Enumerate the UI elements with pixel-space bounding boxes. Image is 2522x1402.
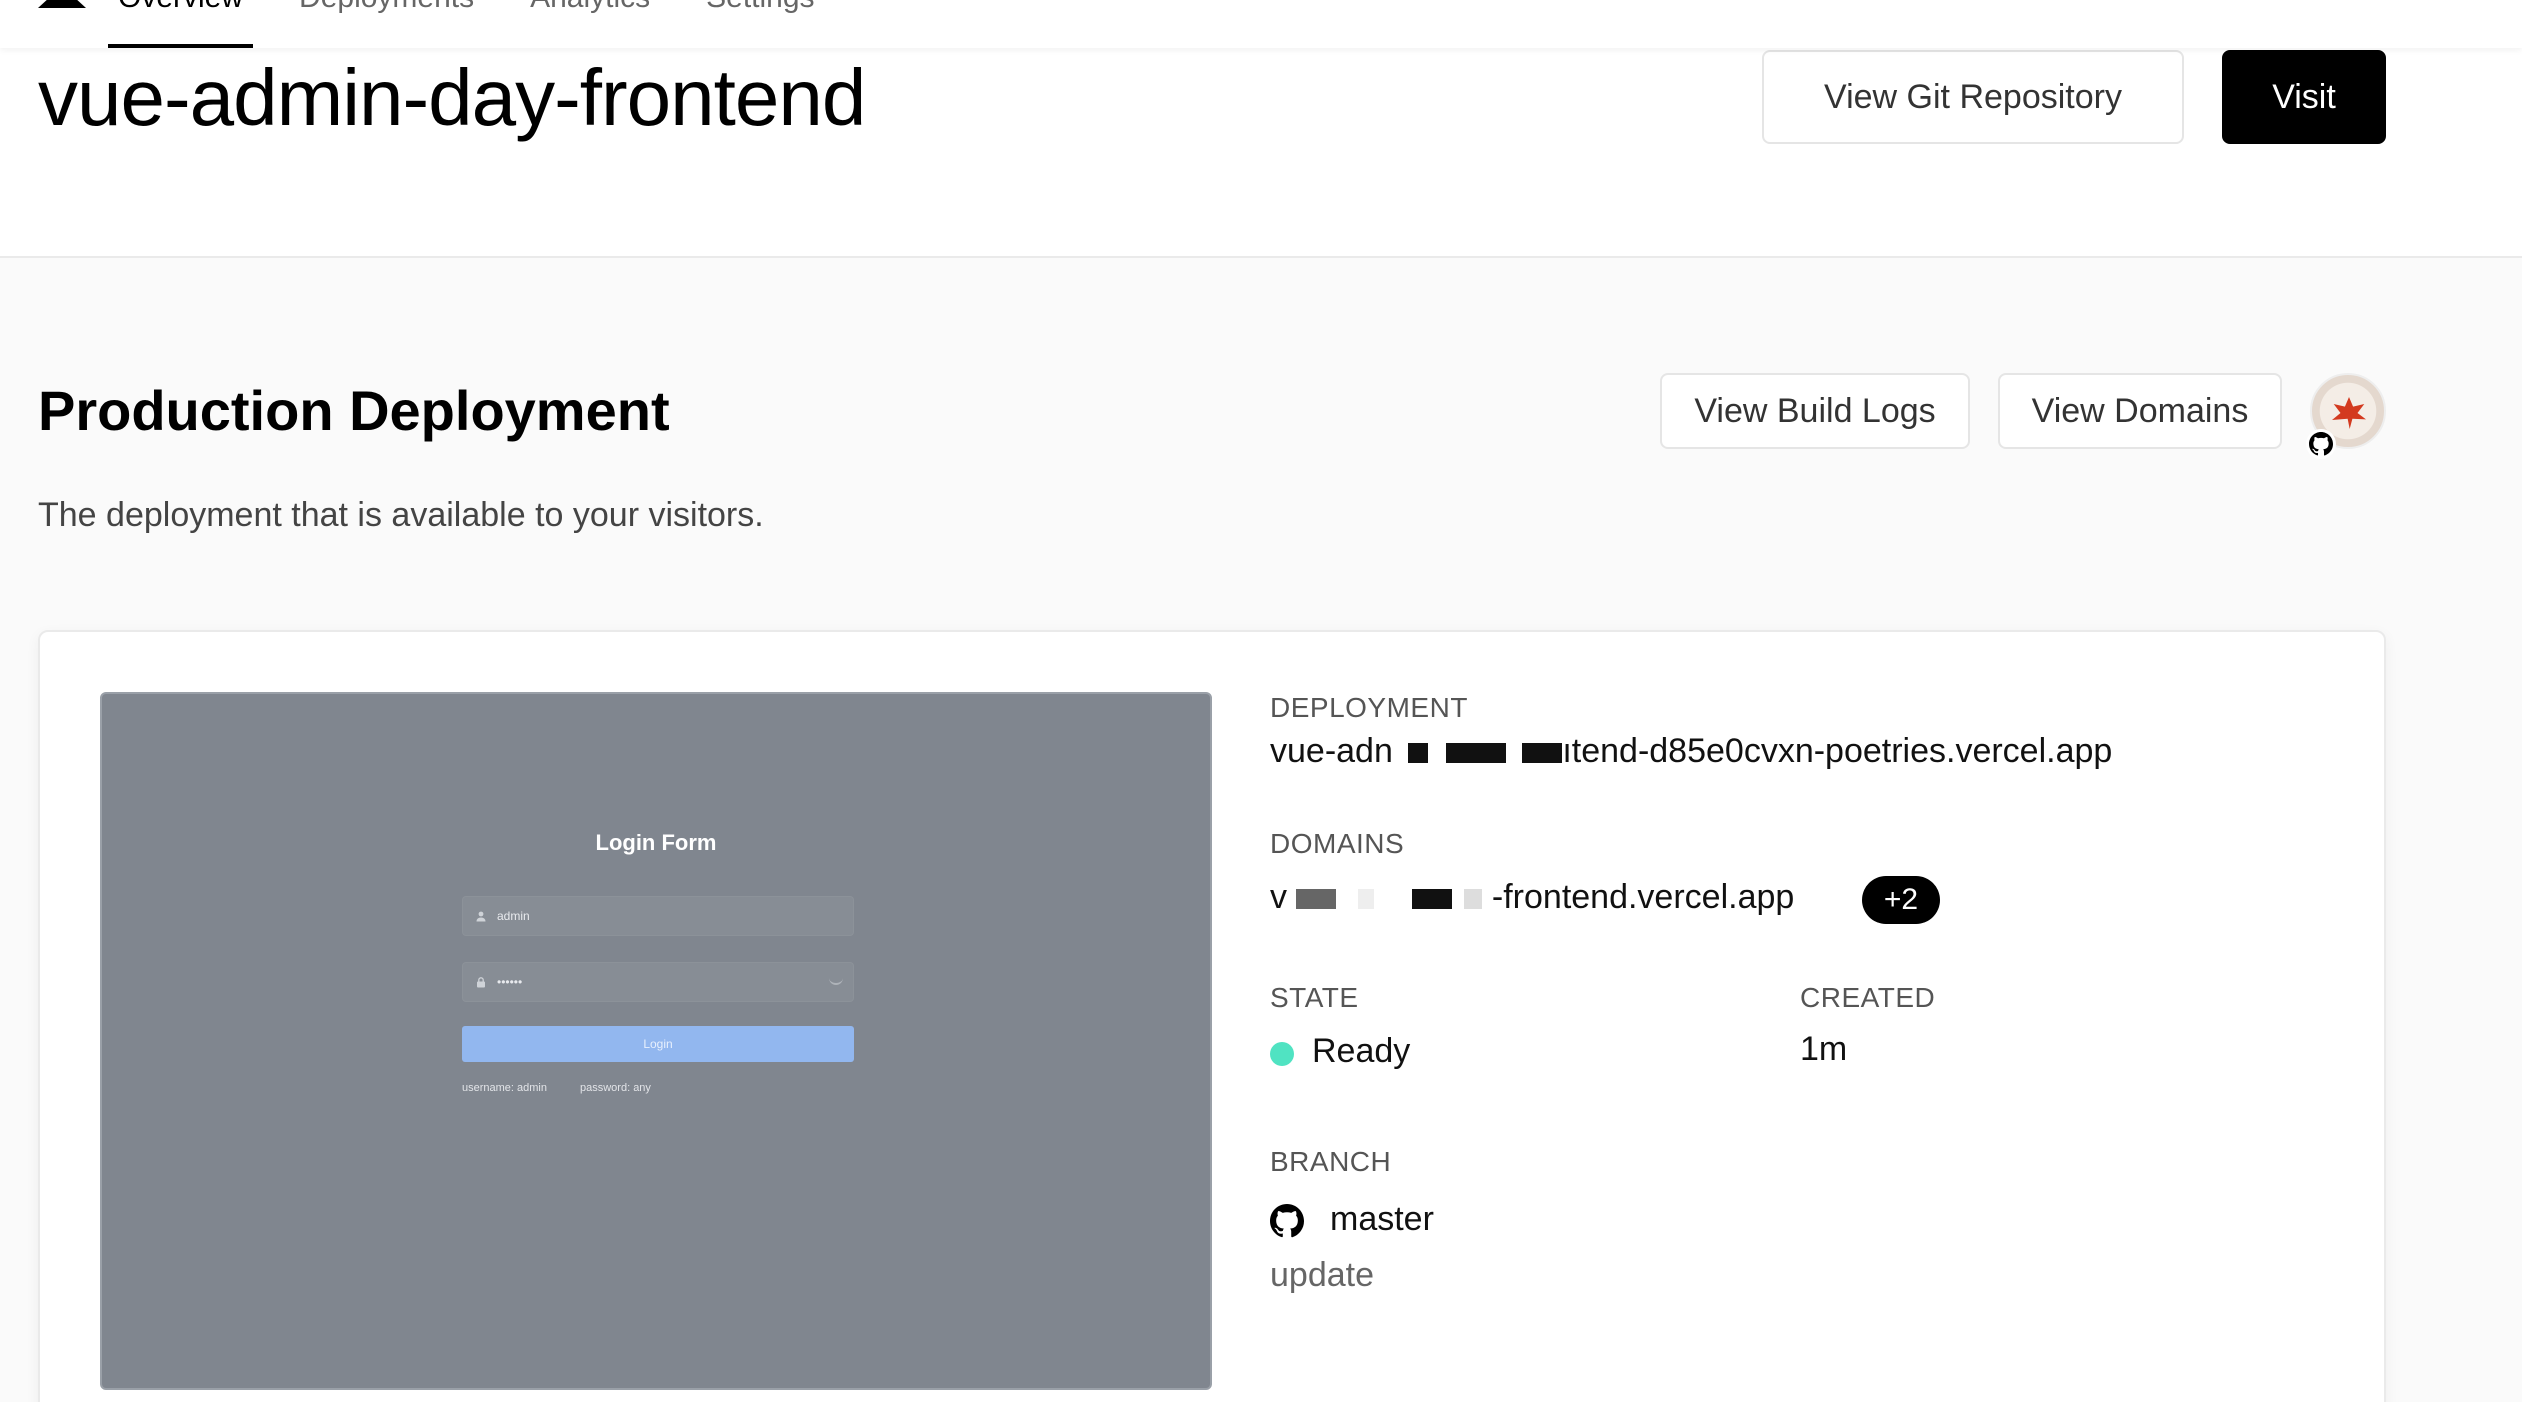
avatar[interactable] — [2306, 373, 2386, 459]
created-label: CREATED — [1800, 982, 1936, 1013]
view-domains-button[interactable]: View Domains — [1998, 373, 2282, 449]
preview-login-button: Login — [462, 1026, 854, 1062]
preview-login-title: Login Form — [595, 830, 717, 855]
tab-analytics[interactable]: Analytics — [530, 0, 650, 48]
project-title: vue-admin-day-frontend — [38, 53, 866, 142]
status-dot-icon — [1270, 1042, 1294, 1066]
view-git-repository-button[interactable]: View Git Repository — [1762, 50, 2184, 144]
preview-username-value: admin — [497, 909, 530, 923]
section-title: Production Deployment — [38, 379, 670, 442]
deployment-url-prefix: vue-adn — [1270, 732, 1393, 770]
created-value: 1m — [1800, 1030, 1848, 1068]
domain-url-prefix: v — [1270, 878, 1287, 916]
deployment-label: DEPLOYMENT — [1270, 692, 1468, 723]
github-icon — [2309, 432, 2333, 456]
deployment-url-suffix: ıtend-d85e0cvxn-poetries.vercel.app — [1562, 732, 2113, 770]
preview-password-hint: password: any — [580, 1082, 651, 1094]
domain-url[interactable]: v -frontend.vercel.app — [1270, 878, 1794, 917]
eye-icon — [829, 977, 843, 985]
preview-username-hint: username: admin — [462, 1082, 547, 1094]
redacted-block — [1402, 732, 1563, 770]
github-badge-icon — [2306, 429, 2336, 459]
tab-settings[interactable]: Settings — [706, 0, 814, 48]
user-icon — [476, 911, 486, 922]
domain-url-suffix: -frontend.vercel.app — [1491, 878, 1795, 916]
state-label: STATE — [1270, 982, 1359, 1013]
deployment-url[interactable]: vue-adn ıtend-d85e0cvxn-poetries.vercel.… — [1270, 732, 2112, 771]
project-tabs: Overview Deployments Analytics Settings — [107, 0, 815, 48]
preview-username-field: admin — [462, 896, 854, 936]
preview-password-field: •••••• — [462, 962, 854, 1002]
preview-password-value: •••••• — [497, 975, 523, 989]
tab-deployments[interactable]: Deployments — [299, 0, 474, 48]
deployment-preview-screenshot[interactable]: Login Form admin •••••• Login username: … — [100, 692, 1212, 1390]
domains-label: DOMAINS — [1270, 828, 1405, 859]
vercel-logo-icon[interactable] — [38, 0, 86, 8]
tab-overview[interactable]: Overview — [107, 0, 254, 48]
maple-leaf-icon — [2332, 397, 2366, 429]
visit-button[interactable]: Visit — [2222, 50, 2386, 144]
state-value: Ready — [1312, 1032, 1411, 1070]
additional-domains-badge[interactable]: +2 — [1862, 876, 1940, 924]
github-icon — [1270, 1204, 1304, 1238]
redacted-block — [1296, 878, 1483, 916]
deployment-card: Login Form admin •••••• Login username: … — [38, 630, 2386, 1402]
commit-message[interactable]: update — [1270, 1256, 1374, 1295]
section-subtitle: The deployment that is available to your… — [38, 496, 764, 534]
view-build-logs-button[interactable]: View Build Logs — [1660, 373, 1970, 449]
branch-name[interactable]: master — [1330, 1200, 1434, 1239]
branch-label: BRANCH — [1270, 1146, 1392, 1177]
top-navigation: Overview Deployments Analytics Settings — [0, 0, 2522, 48]
lock-icon — [477, 977, 485, 988]
